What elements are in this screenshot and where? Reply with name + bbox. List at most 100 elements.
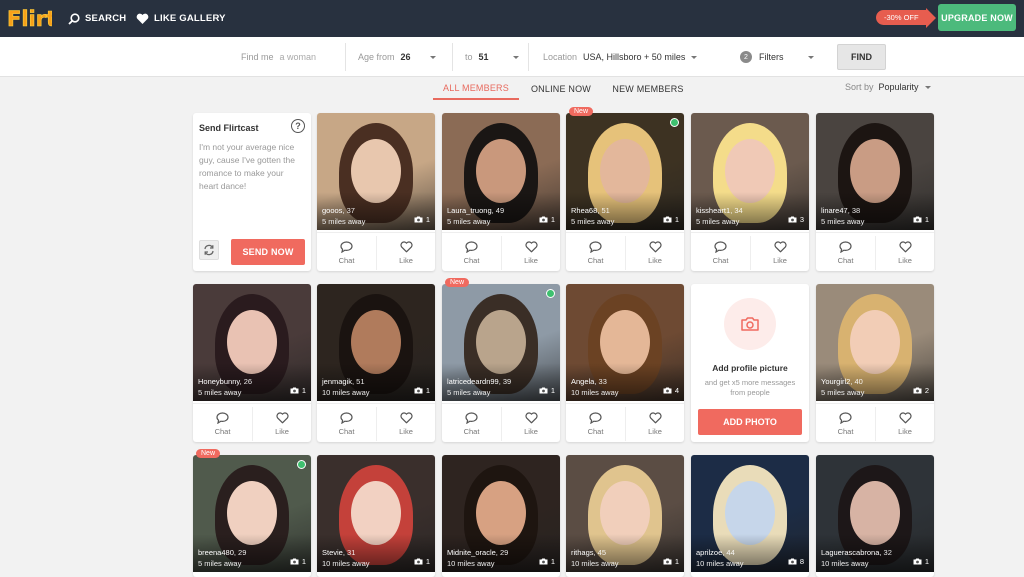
filters-select[interactable]: 2 Filters	[740, 37, 814, 77]
age-to-select[interactable]: to 51	[465, 37, 519, 77]
member-name[interactable]: breena480, 29	[198, 548, 246, 557]
member-card[interactable]: jenmagik, 51 10 miles away 1 Chat Like	[317, 284, 435, 442]
location-select[interactable]: Location USA, Hillsboro + 50 miles	[543, 37, 698, 77]
add-photo-button[interactable]: ADD PHOTO	[698, 409, 802, 435]
add-photo-card: Add profile picture and get x5 more mess…	[691, 284, 809, 442]
member-photo[interactable]: jenmagik, 51 10 miles away 1	[317, 284, 435, 401]
member-photo[interactable]: Midnite_oracle, 29 10 miles away 1	[442, 455, 560, 572]
member-card[interactable]: gooos, 37 5 miles away 1 Chat Like	[317, 113, 435, 271]
member-photo[interactable]: Stevie, 31 10 miles away 1	[317, 455, 435, 572]
member-card[interactable]: Laura_truong, 49 5 miles away 1 Chat Like	[442, 113, 560, 271]
member-name[interactable]: linare47, 38	[821, 206, 860, 215]
member-name[interactable]: rithags, 45	[571, 548, 606, 557]
member-card[interactable]: New Rhea68, 51 5 miles away 1 Chat Like	[566, 107, 684, 271]
member-photo[interactable]: breena480, 29 5 miles away 1	[193, 455, 311, 572]
help-icon[interactable]: ?	[291, 119, 305, 133]
like-button[interactable]: Like	[875, 236, 934, 270]
upgrade-button[interactable]: UPGRADE NOW	[938, 4, 1016, 31]
member-card[interactable]: New breena480, 29 5 miles away 1	[193, 449, 311, 577]
chat-button[interactable]: Chat	[317, 236, 376, 270]
chat-button[interactable]: Chat	[816, 236, 875, 270]
nav-search[interactable]: SEARCH	[68, 0, 126, 37]
member-photo[interactable]: Rhea68, 51 5 miles away 1	[566, 113, 684, 230]
member-name[interactable]: latricedeardn99, 39	[447, 377, 511, 386]
member-name[interactable]: aprilzoe, 44	[696, 548, 735, 557]
member-card[interactable]: Laguerascabrona, 32 10 miles away 1	[816, 455, 934, 577]
member-name[interactable]: Angela, 33	[571, 377, 607, 386]
age-from-select[interactable]: Age from 26	[358, 37, 436, 77]
member-photo[interactable]: Angela, 33 10 miles away 4	[566, 284, 684, 401]
photo-count-value: 1	[550, 557, 555, 566]
chat-button[interactable]: Chat	[816, 407, 875, 441]
send-now-button[interactable]: SEND NOW	[231, 239, 305, 265]
like-button[interactable]: Like	[625, 236, 684, 270]
nav-like-gallery[interactable]: LIKE GALLERY	[136, 0, 226, 37]
find-me-select[interactable]: Find me a woman	[241, 37, 316, 77]
member-name[interactable]: Rhea68, 51	[571, 206, 610, 215]
member-card[interactable]: Honeybunny, 26 5 miles away 1 Chat Like	[193, 284, 311, 442]
member-card[interactable]: Midnite_oracle, 29 10 miles away 1	[442, 455, 560, 577]
heart-outline-icon	[898, 412, 912, 424]
search-filter-bar: Find me a woman Age from 26 to 51 Locati…	[0, 37, 1024, 77]
chat-button[interactable]: Chat	[193, 407, 252, 441]
member-photo[interactable]: latricedeardn99, 39 5 miles away 1	[442, 284, 560, 401]
member-distance: 10 miles away	[821, 559, 869, 568]
chat-button[interactable]: Chat	[442, 407, 501, 441]
member-photo[interactable]: Yourgirl2, 40 5 miles away 2	[816, 284, 934, 401]
chat-button[interactable]: Chat	[566, 407, 625, 441]
member-card[interactable]: rithags, 45 10 miles away 1	[566, 455, 684, 577]
online-status-dot	[546, 289, 555, 298]
member-photo[interactable]: Laura_truong, 49 5 miles away 1	[442, 113, 560, 230]
like-label: Like	[898, 427, 912, 436]
member-card[interactable]: New latricedeardn99, 39 5 miles away 1 Chat L…	[442, 278, 560, 442]
tab-online-now[interactable]: ONLINE NOW	[527, 78, 595, 100]
member-name[interactable]: Yourgirl2, 40	[821, 377, 863, 386]
member-age: , 29	[233, 548, 247, 557]
member-name[interactable]: Honeybunny, 26	[198, 377, 252, 386]
like-button[interactable]: Like	[501, 407, 560, 441]
member-card[interactable]: Angela, 33 10 miles away 4 Chat Like	[566, 284, 684, 442]
like-button[interactable]: Like	[625, 407, 684, 441]
member-photo[interactable]: rithags, 45 10 miles away 1	[566, 455, 684, 572]
chat-button[interactable]: Chat	[317, 407, 376, 441]
member-actions: Chat Like	[816, 232, 934, 271]
member-name[interactable]: gooos, 37	[322, 206, 355, 215]
refresh-button[interactable]	[199, 240, 219, 260]
sort-by-select[interactable]: Sort by Popularity	[845, 82, 931, 92]
member-name[interactable]: Laguerascabrona, 32	[821, 548, 892, 557]
member-card[interactable]: Stevie, 31 10 miles away 1	[317, 455, 435, 577]
member-name[interactable]: Laura_truong, 49	[447, 206, 504, 215]
member-name[interactable]: Stevie, 31	[322, 548, 355, 557]
like-button[interactable]: Like	[376, 236, 435, 270]
like-button[interactable]: Like	[875, 407, 934, 441]
heart-outline-icon	[524, 241, 538, 253]
member-photo[interactable]: kissheart1, 34 5 miles away 3	[691, 113, 809, 230]
member-card[interactable]: aprilzoe, 44 10 miles away 8	[691, 455, 809, 577]
member-card[interactable]: Yourgirl2, 40 5 miles away 2 Chat Like	[816, 284, 934, 442]
tab-new-members[interactable]: NEW MEMBERS	[607, 78, 689, 100]
tab-all-members[interactable]: ALL MEMBERS	[433, 78, 519, 100]
member-name[interactable]: Midnite_oracle, 29	[447, 548, 508, 557]
chat-button[interactable]: Chat	[691, 236, 750, 270]
chat-button[interactable]: Chat	[566, 236, 625, 270]
photo-count-value: 1	[301, 386, 306, 395]
member-name[interactable]: kissheart1, 34	[696, 206, 743, 215]
member-card[interactable]: kissheart1, 34 5 miles away 3 Chat Like	[691, 113, 809, 271]
member-card[interactable]: linare47, 38 5 miles away 1 Chat Like	[816, 113, 934, 271]
find-button[interactable]: FIND	[837, 44, 886, 70]
chat-button[interactable]: Chat	[442, 236, 501, 270]
like-button[interactable]: Like	[252, 407, 311, 441]
member-photo[interactable]: linare47, 38 5 miles away 1	[816, 113, 934, 230]
like-button[interactable]: Like	[376, 407, 435, 441]
member-photo[interactable]: gooos, 37 5 miles away 1	[317, 113, 435, 230]
flirt-logo[interactable]: Flirt	[6, 4, 52, 32]
like-button[interactable]: Like	[501, 236, 560, 270]
member-photo[interactable]: Laguerascabrona, 32 10 miles away 1	[816, 455, 934, 572]
member-photo[interactable]: aprilzoe, 44 10 miles away 8	[691, 455, 809, 572]
like-button[interactable]: Like	[750, 236, 809, 270]
discount-promo[interactable]: -30% OFF	[876, 7, 936, 28]
member-photo[interactable]: Honeybunny, 26 5 miles away 1	[193, 284, 311, 401]
member-name[interactable]: jenmagik, 51	[322, 377, 365, 386]
chat-label: Chat	[712, 256, 729, 265]
camera-icon-circle[interactable]	[724, 298, 776, 350]
